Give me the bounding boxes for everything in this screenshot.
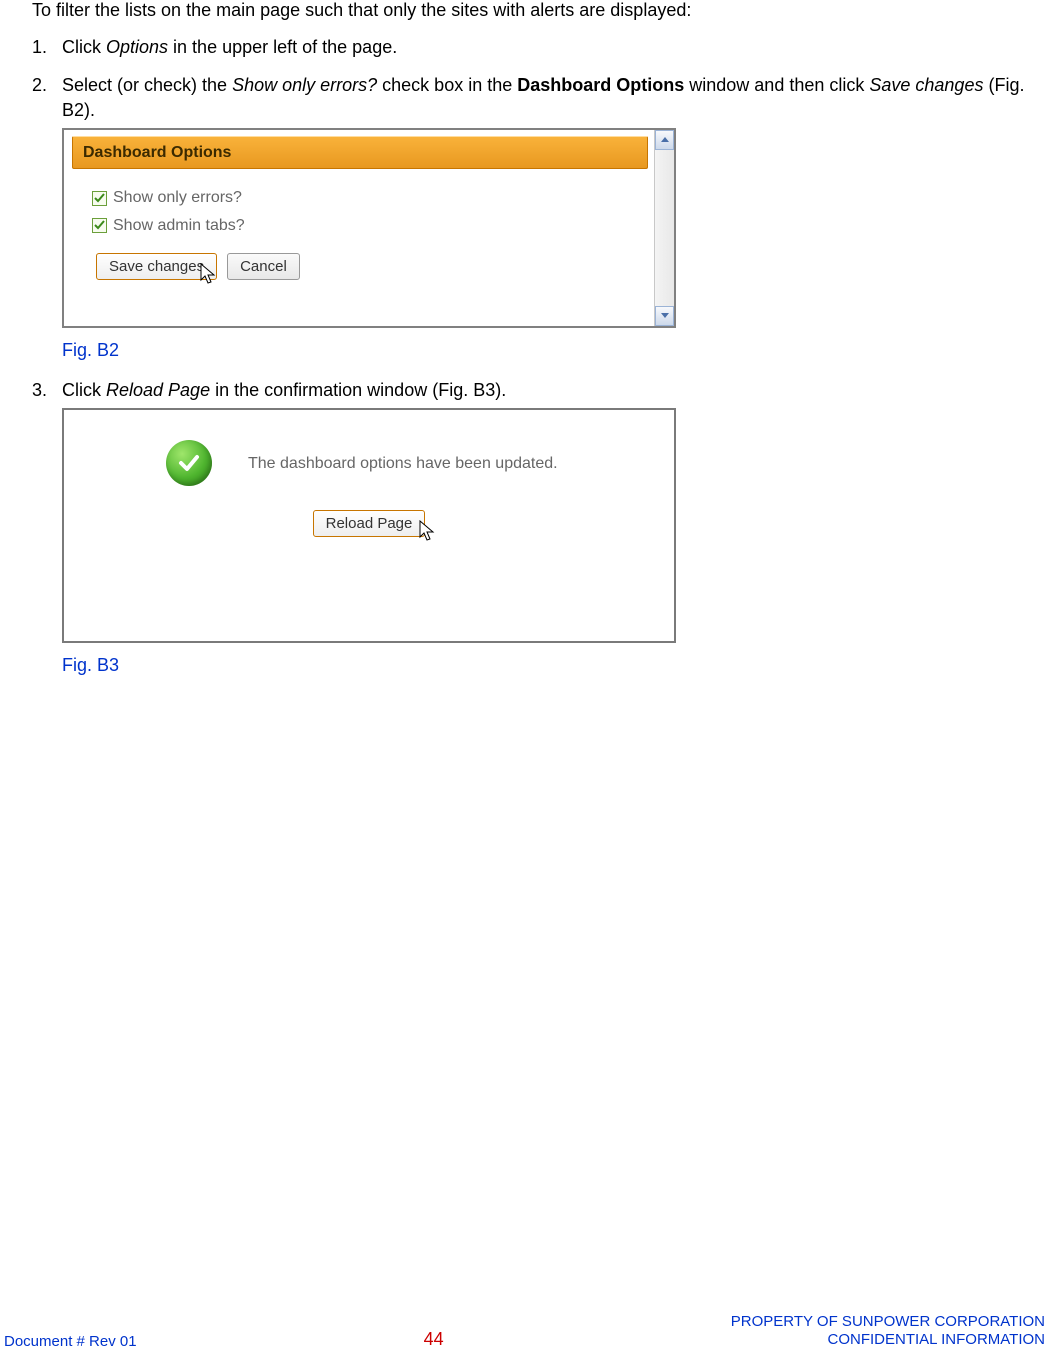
doc-rev: Document # Rev 01: [4, 1333, 137, 1350]
success-check-icon: [166, 440, 212, 486]
show-admin-tabs-row[interactable]: Show admin tabs?: [92, 215, 640, 237]
options-ref: Options: [106, 37, 168, 57]
figure-b3: The dashboard options have been updated.…: [62, 408, 676, 643]
save-changes-button[interactable]: Save changes: [96, 253, 217, 280]
confirmation-message: The dashboard options have been updated.: [248, 453, 558, 475]
dashboard-options-ref: Dashboard Options: [517, 75, 684, 95]
show-only-errors-row[interactable]: Show only errors?: [92, 187, 640, 209]
save-changes-ref: Save changes: [869, 75, 983, 95]
vertical-scrollbar[interactable]: [654, 130, 674, 326]
page-footer: Document # Rev 01 44 PROPERTY OF SUNPOWE…: [0, 1313, 1049, 1351]
figure-b2: Dashboard Options Show only errors?: [62, 128, 676, 328]
checkbox-checked-icon[interactable]: [92, 191, 107, 206]
checkbox-label: Show only errors?: [113, 187, 242, 209]
text: Select (or check) the: [62, 75, 232, 95]
chevron-down-icon: [661, 313, 669, 318]
figure-b3-caption: Fig. B3: [62, 653, 1043, 677]
intro-text: To filter the lists on the main page suc…: [32, 0, 1043, 21]
footer-property: PROPERTY OF SUNPOWER CORPORATION: [731, 1313, 1045, 1332]
show-only-errors-ref: Show only errors?: [232, 75, 377, 95]
reload-page-ref: Reload Page: [106, 380, 210, 400]
text: window and then click: [684, 75, 869, 95]
page-number: 44: [424, 1329, 444, 1350]
step-2: Select (or check) the Show only errors? …: [32, 73, 1043, 362]
text: in the confirmation window (Fig. B3).: [210, 380, 506, 400]
chevron-up-icon: [661, 137, 669, 142]
step-1: Click Options in the upper left of the p…: [32, 35, 1043, 59]
scroll-down-button[interactable]: [655, 306, 674, 326]
reload-page-button[interactable]: Reload Page: [313, 510, 426, 537]
text: in the upper left of the page.: [168, 37, 397, 57]
footer-confidential: CONFIDENTIAL INFORMATION: [731, 1331, 1045, 1350]
checkbox-label: Show admin tabs?: [113, 215, 245, 237]
scroll-up-button[interactable]: [655, 130, 674, 150]
step-3: Click Reload Page in the confirmation wi…: [32, 378, 1043, 678]
text: Click: [62, 37, 106, 57]
text: check box in the: [377, 75, 517, 95]
dashboard-options-header: Dashboard Options: [72, 136, 648, 170]
checkbox-checked-icon[interactable]: [92, 218, 107, 233]
figure-b2-caption: Fig. B2: [62, 338, 1043, 362]
text: Click: [62, 380, 106, 400]
cancel-button[interactable]: Cancel: [227, 253, 300, 280]
steps-list: Click Options in the upper left of the p…: [32, 35, 1043, 678]
